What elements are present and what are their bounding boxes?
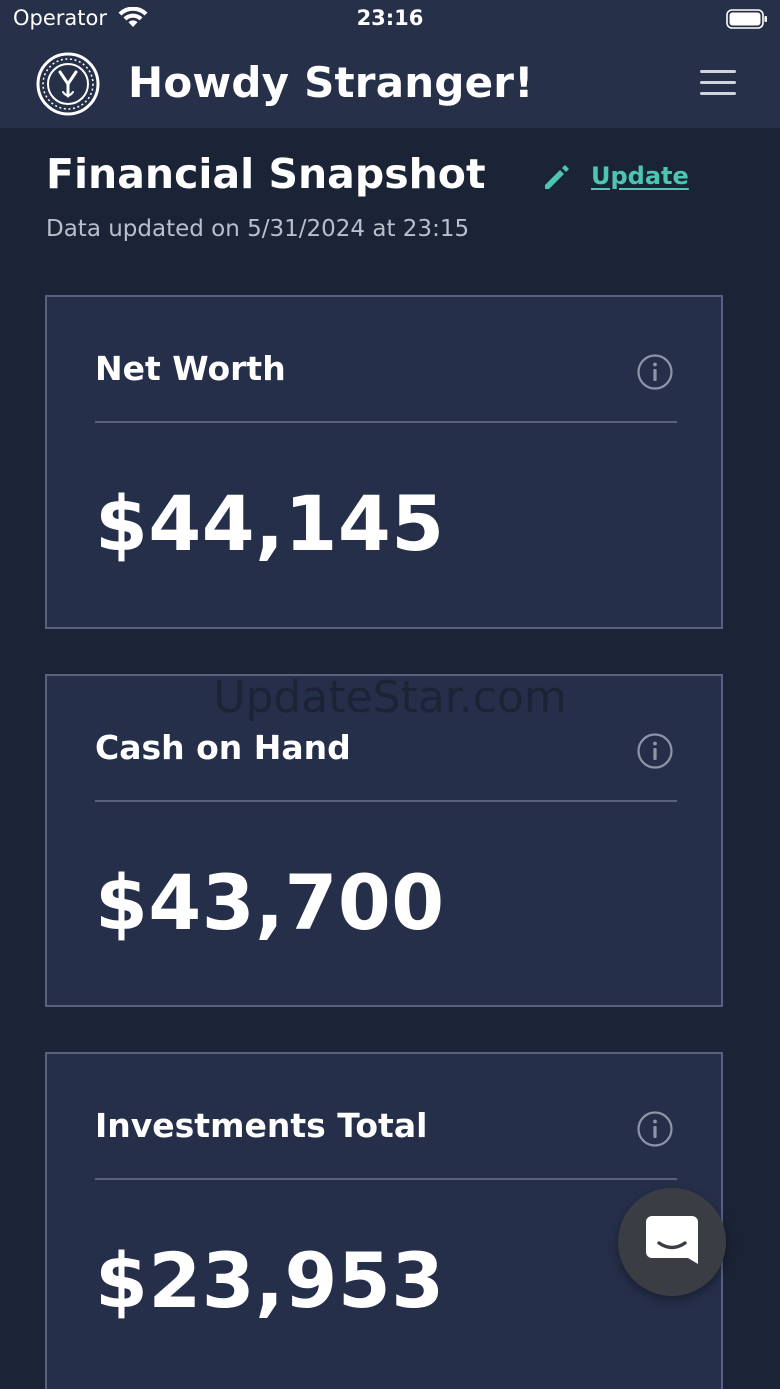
page-title: Financial Snapshot xyxy=(46,150,486,198)
cash-on-hand-card: Cash on Hand $43,700 xyxy=(45,674,723,1007)
chat-icon xyxy=(646,1216,698,1264)
hamburger-menu-icon[interactable] xyxy=(700,70,738,98)
app-title: Howdy Stranger! xyxy=(128,58,534,107)
update-link[interactable]: Update xyxy=(591,162,689,190)
last-updated-text: Data updated on 5/31/2024 at 23:15 xyxy=(46,216,470,242)
card-value: $23,953 xyxy=(95,1236,445,1325)
card-title: Net Worth xyxy=(95,349,286,388)
card-value: $43,700 xyxy=(95,858,445,947)
pencil-icon[interactable] xyxy=(541,161,573,193)
card-value: $44,145 xyxy=(95,479,445,568)
logo-icon[interactable] xyxy=(36,52,100,116)
chat-button[interactable] xyxy=(618,1188,726,1296)
card-divider xyxy=(95,1178,677,1180)
net-worth-card: Net Worth $44,145 xyxy=(45,295,723,629)
app-header: Operator 23:16 Howdy Stranger! xyxy=(0,0,780,128)
info-icon[interactable] xyxy=(636,732,674,770)
status-time: 23:16 xyxy=(356,6,424,30)
card-title: Investments Total xyxy=(95,1106,428,1145)
info-icon[interactable] xyxy=(636,353,674,391)
card-divider xyxy=(95,800,677,802)
status-bar: Operator 23:16 xyxy=(0,0,780,40)
card-title: Cash on Hand xyxy=(95,728,351,767)
battery-icon xyxy=(726,9,767,29)
info-icon[interactable] xyxy=(636,1110,674,1148)
card-divider xyxy=(95,421,677,423)
